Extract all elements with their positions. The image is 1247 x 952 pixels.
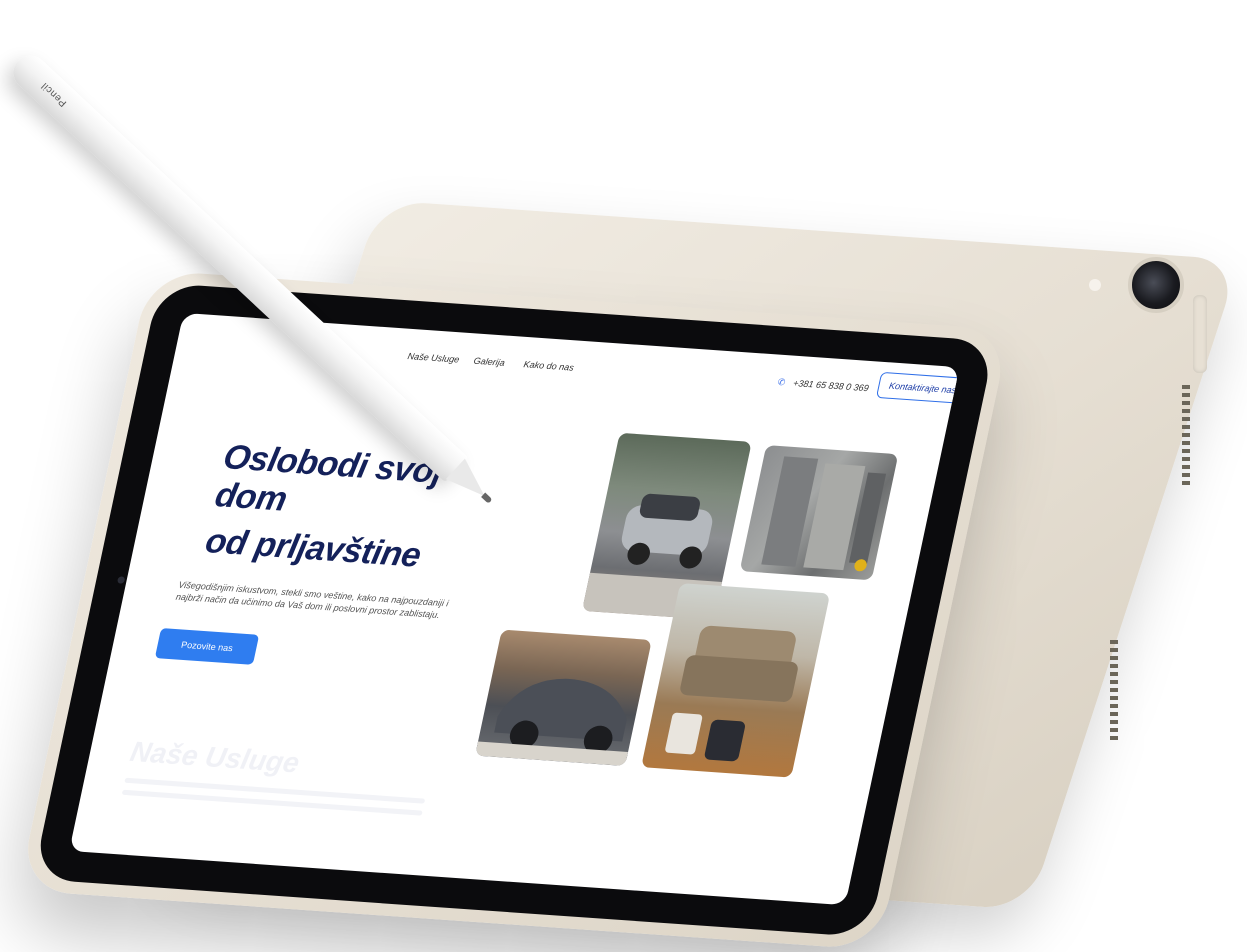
- nav-link-services[interactable]: Naše Usluge: [407, 351, 461, 365]
- phone-contact[interactable]: ✆ +381 65 838 0 369: [776, 376, 870, 394]
- phone-number: +381 65 838 0 369: [792, 377, 870, 394]
- tablet-bezel: Naše Usluge Galerija Kako do nas ✆ +381 6…: [32, 282, 996, 938]
- gallery-photo-car-foam: [475, 629, 652, 766]
- tablet-screen: Naše Usluge Galerija Kako do nas ✆ +381 6…: [69, 312, 960, 906]
- speaker-grille-icon: [1110, 640, 1118, 740]
- rear-camera-icon: [1128, 257, 1184, 313]
- nav-link-directions[interactable]: Kako do nas: [523, 359, 575, 372]
- hero-title: Oslobodi svoj dom od prljavštine: [202, 438, 446, 575]
- section-text-placeholder: [121, 789, 423, 816]
- front-camera-icon: [116, 576, 126, 584]
- pencil-brand-label: Pencil: [39, 79, 70, 109]
- call-button[interactable]: Pozovite nas: [154, 628, 260, 665]
- nav-link-gallery[interactable]: Galerija: [473, 356, 506, 368]
- speaker-grille-icon: [1182, 385, 1190, 485]
- tablet-front: Naše Usluge Galerija Kako do nas ✆ +381 6…: [18, 270, 1011, 951]
- hero-title-line3: od prljavštine: [202, 521, 425, 575]
- section-title: Naše Usluge: [127, 735, 303, 779]
- contact-button[interactable]: Kontaktirajte nas: [875, 371, 960, 405]
- gallery-photo-carpet: [739, 445, 899, 581]
- top-button: [1193, 295, 1207, 373]
- flash-icon: [1089, 279, 1101, 291]
- phone-icon: ✆: [776, 376, 787, 388]
- hero-subtitle: Višegodišnjim iskustvom, stekli smo vešt…: [174, 579, 450, 621]
